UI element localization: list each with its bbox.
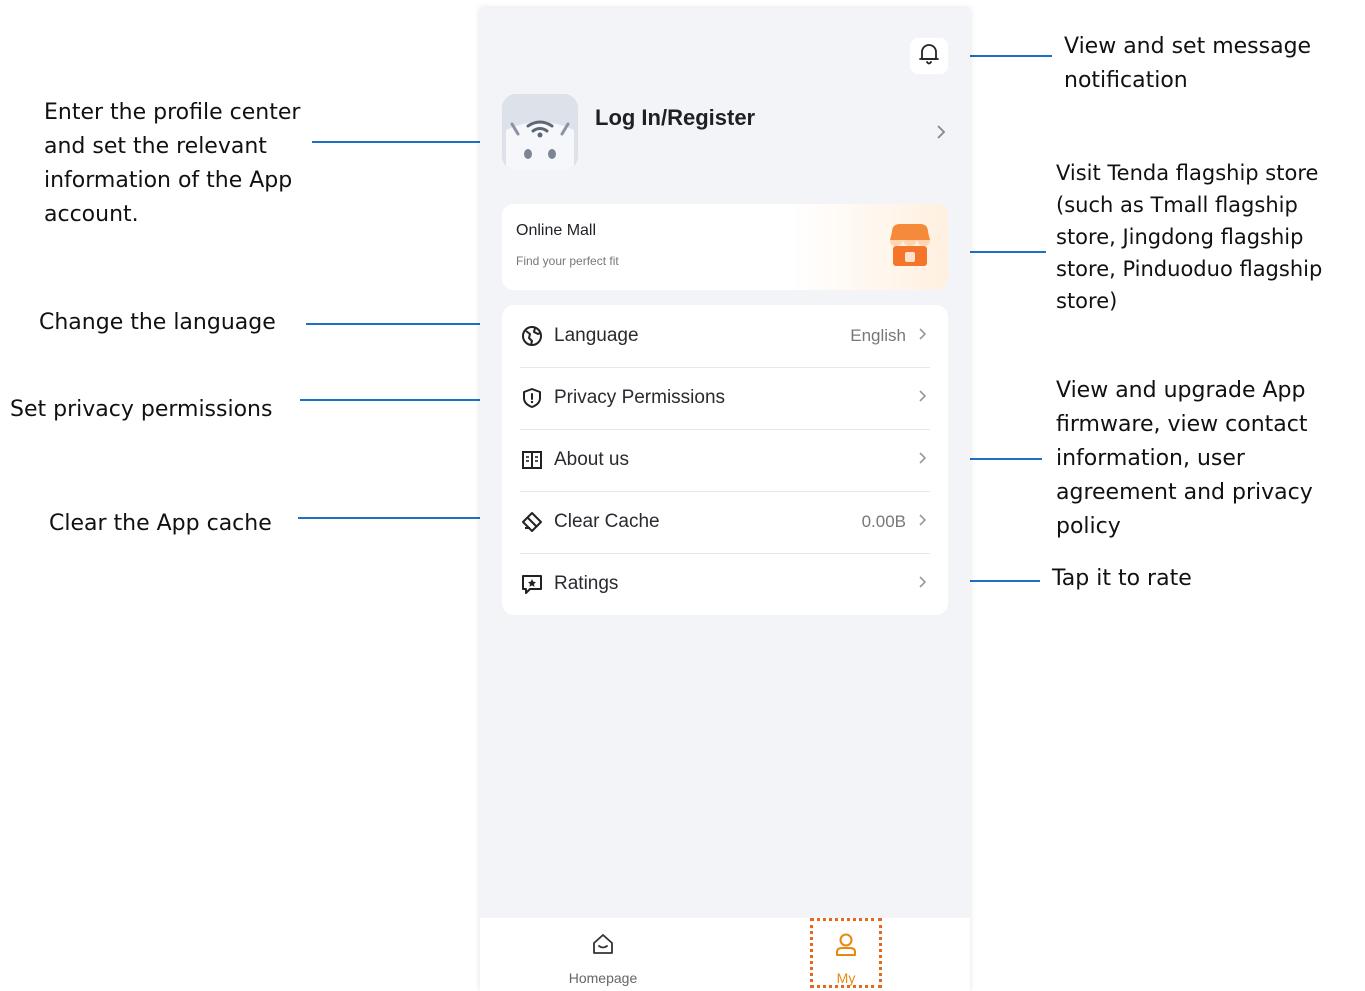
chevron-right-icon <box>918 451 930 470</box>
chevron-right-icon <box>918 327 930 346</box>
annotation-notification: View and set message notification <box>1064 34 1312 93</box>
mall-title: Online Mall <box>516 222 597 239</box>
callout-line-cache <box>298 517 496 519</box>
login-register-link[interactable]: Log In/Register <box>595 105 755 131</box>
menu-label-privacy: Privacy Permissions <box>554 387 726 408</box>
chevron-right-icon[interactable] <box>935 123 947 146</box>
shield-icon <box>520 386 544 410</box>
menu-label-clear-cache: Clear Cache <box>554 511 660 532</box>
book-icon <box>520 448 544 472</box>
chevron-right-icon <box>918 575 930 594</box>
store-icon <box>888 222 932 273</box>
bottom-tab-bar: Homepage My <box>480 918 970 991</box>
annotation-cache: Clear the App cache <box>49 511 272 536</box>
avatar[interactable] <box>502 94 578 170</box>
mall-subtitle: Find your perfect fit <box>516 254 619 268</box>
menu-item-ratings[interactable]: Ratings <box>520 553 930 615</box>
menu-item-privacy[interactable]: Privacy Permissions <box>520 367 930 430</box>
annotation-privacy: Set privacy permissions <box>10 397 273 422</box>
annotation-about: View and upgrade App firmware, view cont… <box>1056 378 1313 539</box>
notification-button[interactable] <box>910 38 948 74</box>
tab-homepage[interactable]: Homepage <box>543 918 663 991</box>
menu-label-ratings: Ratings <box>554 573 619 594</box>
callout-line-privacy <box>300 399 498 401</box>
annotation-language: Change the language <box>39 310 276 335</box>
chevron-right-icon <box>918 389 930 408</box>
globe-icon <box>520 324 544 348</box>
cache-size-value: 0.00B <box>861 512 906 531</box>
chevron-right-icon <box>918 513 930 532</box>
menu-item-clear-cache[interactable]: Clear Cache 0.00B <box>520 491 930 554</box>
settings-menu: Language English Privacy Permissions Abo… <box>502 305 948 615</box>
robot-avatar-icon <box>502 94 578 170</box>
highlight-box <box>810 918 882 988</box>
star-message-icon <box>520 572 544 596</box>
phone-screen: Log In/Register Online Mall Find your pe… <box>480 8 970 991</box>
eraser-icon <box>520 510 544 534</box>
language-value: English <box>850 326 906 345</box>
annotation-profile: Enter the profile center and set the rel… <box>44 100 301 227</box>
menu-label-language: Language <box>554 325 639 346</box>
callout-line-language <box>306 323 504 325</box>
bell-icon <box>917 41 941 72</box>
menu-item-about[interactable]: About us <box>520 429 930 492</box>
callout-line-profile <box>312 141 498 143</box>
tab-label-homepage: Homepage <box>568 970 638 986</box>
online-mall-card[interactable]: Online Mall Find your perfect fit <box>502 204 948 290</box>
home-icon <box>591 932 615 961</box>
menu-item-language[interactable]: Language English <box>520 305 930 368</box>
annotation-store: Visit Tenda flagship store (such as Tmal… <box>1056 161 1323 313</box>
menu-label-about: About us <box>554 449 629 470</box>
annotation-rate: Tap it to rate <box>1052 566 1192 591</box>
